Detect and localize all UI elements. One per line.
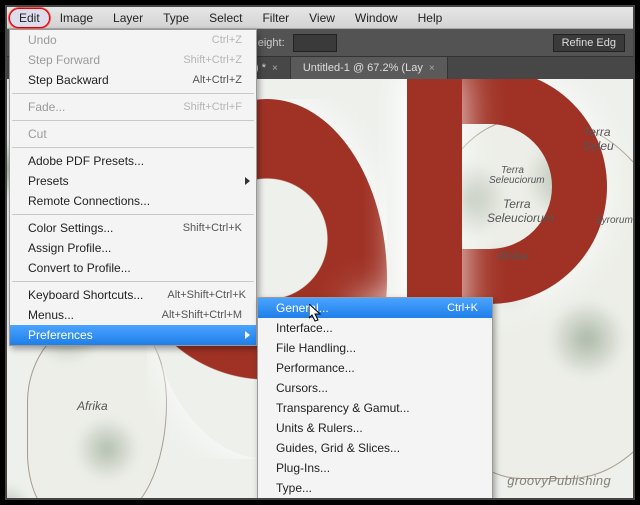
menu-layer[interactable]: Layer [103, 8, 153, 28]
shortcut: Shift+Ctrl+Z [183, 54, 242, 66]
edit-menu: UndoCtrl+ZStep ForwardShift+Ctrl+ZStep B… [9, 29, 257, 346]
edit-menu-item[interactable]: Menus...Alt+Shift+Ctrl+M [10, 305, 256, 325]
separator [12, 93, 254, 94]
menu-help[interactable]: Help [408, 8, 453, 28]
edit-menu-item[interactable]: Convert to Profile... [10, 258, 256, 278]
shortcut: Shift+Ctrl+F [183, 101, 242, 113]
prefs-menu-item[interactable]: Plug-Ins... [258, 458, 492, 478]
map-label: Seleu [583, 139, 614, 153]
edit-menu-item[interactable]: Remote Connections... [10, 191, 256, 211]
map-label: Syrorum [595, 215, 633, 226]
prefs-menu-item[interactable]: Type... [258, 478, 492, 498]
edit-menu-item[interactable]: Step BackwardAlt+Ctrl+Z [10, 70, 256, 90]
menu-edit[interactable]: Edit [9, 8, 50, 28]
prefs-menu-item[interactable]: File Handling... [258, 338, 492, 358]
menu-view[interactable]: View [299, 8, 345, 28]
prefs-menu-item[interactable]: Performance... [258, 358, 492, 378]
edit-menu-item: Cut [10, 124, 256, 144]
menu-select[interactable]: Select [199, 8, 252, 28]
submenu-arrow-icon [245, 331, 250, 339]
edit-menu-item[interactable]: Keyboard Shortcuts...Alt+Shift+Ctrl+K [10, 285, 256, 305]
submenu-arrow-icon [245, 177, 250, 185]
prefs-menu-item[interactable]: Cursors... [258, 378, 492, 398]
shortcut: Ctrl+Z [212, 34, 242, 46]
edit-menu-item[interactable]: Assign Profile... [10, 238, 256, 258]
prefs-menu-item[interactable]: Transparency & Gamut... [258, 398, 492, 418]
separator [12, 147, 254, 148]
prefs-menu-item[interactable]: Units & Rulers... [258, 418, 492, 438]
map-label: Terra [583, 125, 611, 139]
edit-menu-item[interactable]: Color Settings...Shift+Ctrl+K [10, 218, 256, 238]
edit-menu-item: Step ForwardShift+Ctrl+Z [10, 50, 256, 70]
close-icon[interactable]: × [429, 63, 435, 74]
shortcut: Alt+Ctrl+Z [192, 74, 242, 86]
preferences-submenu: General...Ctrl+KInterface...File Handlin… [257, 297, 493, 500]
close-icon[interactable]: × [272, 63, 278, 74]
edit-menu-item[interactable]: Adobe PDF Presets... [10, 151, 256, 171]
menu-type[interactable]: Type [153, 8, 199, 28]
menu-window[interactable]: Window [345, 8, 408, 28]
document-tab[interactable]: Untitled-1 @ 67.2% (Lay× [291, 57, 448, 79]
map-label-afrika: Afrika [497, 249, 528, 263]
edit-menu-item[interactable]: Preferences [10, 325, 256, 345]
separator [12, 120, 254, 121]
menu-image[interactable]: Image [50, 8, 103, 28]
shortcut: Shift+Ctrl+K [183, 222, 242, 234]
menu-filter[interactable]: Filter [252, 8, 299, 28]
refine-edge-button[interactable]: Refine Edg [553, 34, 625, 52]
watermark: groovyPublishing [507, 473, 611, 488]
map-label: Seleuciorum [487, 211, 554, 225]
prefs-menu-item[interactable]: Guides, Grid & Slices... [258, 438, 492, 458]
map-label: Terra [503, 197, 531, 211]
shortcut: Alt+Shift+Ctrl+M [162, 309, 242, 321]
map-label: Seleuciorum [489, 175, 545, 186]
map-label-afrika: Afrika [77, 399, 108, 413]
separator [12, 281, 254, 282]
prefs-menu-item[interactable]: General...Ctrl+K [258, 298, 492, 318]
edit-menu-item: Fade...Shift+Ctrl+F [10, 97, 256, 117]
separator [12, 214, 254, 215]
edit-menu-item[interactable]: Presets [10, 171, 256, 191]
shortcut: Alt+Shift+Ctrl+K [167, 289, 246, 301]
menubar: EditImageLayerTypeSelectFilterViewWindow… [7, 7, 633, 29]
edit-menu-item: UndoCtrl+Z [10, 30, 256, 50]
shortcut: Ctrl+K [447, 302, 478, 314]
prefs-menu-item[interactable]: Interface... [258, 318, 492, 338]
height-input[interactable] [293, 34, 337, 52]
